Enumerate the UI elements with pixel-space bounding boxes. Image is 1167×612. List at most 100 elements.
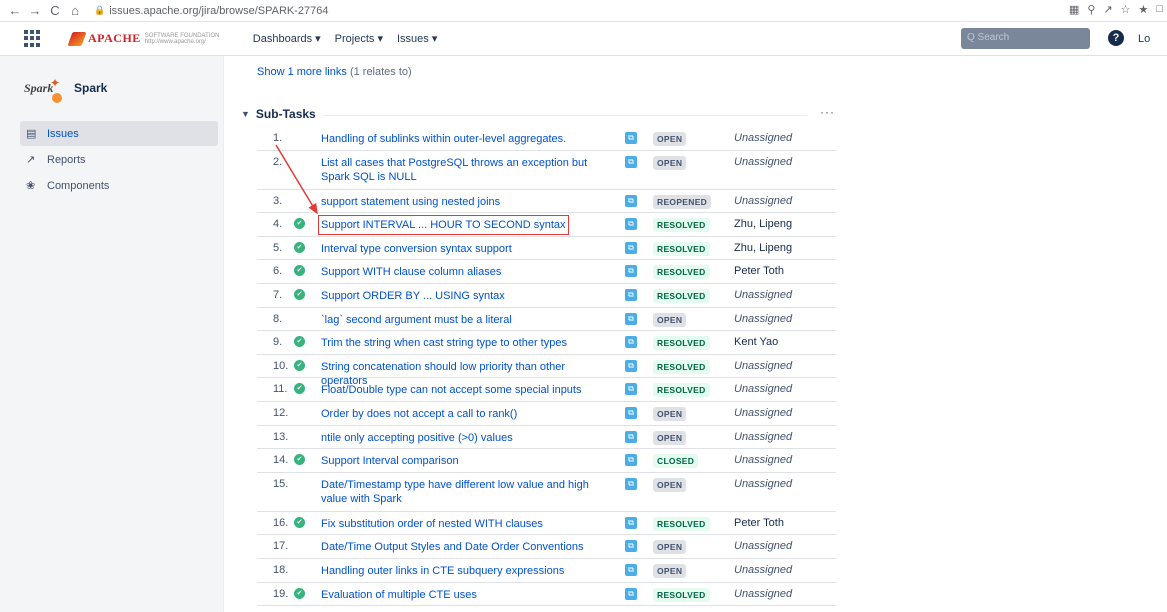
browser-toolbar: ← → C ⌂ 🔒 issues.apache.org/jira/browse/…: [0, 0, 1167, 22]
subtask-summary-link[interactable]: Support ORDER BY ... USING syntax: [321, 289, 611, 303]
table-row[interactable]: 13. ntile only accepting positive (>0) va…: [257, 426, 836, 450]
status-badge: RESOLVED: [653, 516, 710, 531]
subtask-summary-link[interactable]: ntile only accepting positive (>0) value…: [321, 431, 611, 445]
app-switcher-icon[interactable]: [24, 29, 42, 48]
nav-dashboards[interactable]: Dashboards ▾: [253, 32, 321, 45]
assignee: Unassigned: [734, 587, 793, 600]
table-row[interactable]: 6. ✔ Support WITH clause column aliases ⧉ RE…: [257, 260, 836, 284]
subtask-summary-link[interactable]: Evaluation of multiple CTE uses: [321, 588, 611, 602]
status-badge: RESOLVED: [653, 218, 710, 233]
row-number: 12.: [273, 406, 289, 419]
status-badge: OPEN: [653, 132, 687, 146]
search-input[interactable]: Q Search: [961, 28, 1090, 49]
brand-text: APACHE: [88, 31, 141, 45]
more-actions-icon[interactable]: ···: [820, 105, 835, 119]
translate-icon[interactable]: ▦: [1069, 3, 1079, 16]
sidebar: Spark ✦ Spark ▤ Issues ↗ Reports ❀ Compo…: [0, 56, 224, 612]
table-row[interactable]: 9. ✔ Trim the string when cast string type…: [257, 331, 836, 355]
table-row[interactable]: 4. ✔ Support INTERVAL ... HOUR TO SECOND s…: [257, 213, 836, 237]
table-row[interactable]: 18. Handling outer links in CTE subquery …: [257, 559, 836, 583]
subtask-summary-link[interactable]: Support Interval comparison: [321, 454, 611, 468]
status-badge: REOPENED: [653, 194, 712, 209]
table-row[interactable]: 8. `lag` second argument must be a litera…: [257, 308, 836, 332]
row-number: 10.: [273, 359, 289, 372]
reload-icon[interactable]: C: [46, 3, 64, 18]
table-row[interactable]: 16. ✔ Fix substitution order of nested WIT…: [257, 512, 836, 536]
login-link[interactable]: Lo: [1138, 33, 1150, 45]
sidebar-item-label: Components: [47, 179, 110, 192]
assignee[interactable]: Kent Yao: [734, 336, 778, 348]
section-divider: [322, 115, 807, 116]
show-more-links-link[interactable]: Show 1 more links: [257, 66, 347, 78]
row-number: 8.: [273, 312, 283, 325]
table-row[interactable]: 11. ✔ Float/Double type can not accept som…: [257, 378, 836, 402]
subtask-summary-link[interactable]: Handling outer links in CTE subquery exp…: [321, 564, 611, 578]
table-row[interactable]: 2. List all cases that PostgreSQL throws …: [257, 151, 836, 190]
subtask-type-icon: ⧉: [625, 406, 637, 419]
sidepanel-icon[interactable]: □: [1156, 3, 1163, 16]
issues-icon: ▤: [26, 128, 37, 140]
subtask-summary-link[interactable]: Trim the string when cast string type to…: [321, 336, 611, 350]
status-badge: RESOLVED: [653, 383, 710, 398]
nav-projects[interactable]: Projects ▾: [335, 32, 383, 45]
forward-icon[interactable]: →: [26, 3, 44, 18]
assignee: Unassigned: [734, 312, 793, 325]
subtask-summary-link[interactable]: Interval type conversion syntax support: [321, 242, 611, 256]
nav-issues[interactable]: Issues ▾: [397, 32, 437, 45]
address-bar[interactable]: issues.apache.org/jira/browse/SPARK-2776…: [109, 5, 328, 17]
assignee[interactable]: Peter Toth: [734, 517, 784, 529]
subtask-summary-link[interactable]: Handling of sublinks within outer-level …: [321, 132, 611, 146]
subtask-type-icon: ⧉: [625, 155, 637, 168]
status-badge: RESOLVED: [653, 241, 710, 256]
subtask-type-icon: ⧉: [625, 477, 637, 490]
share-icon[interactable]: ↗: [1103, 3, 1112, 16]
subtask-summary-link[interactable]: Date/Time Output Styles and Date Order C…: [321, 540, 611, 554]
table-row[interactable]: 1. Handling of sublinks within outer-leve…: [257, 127, 836, 151]
subtask-summary-link[interactable]: Date/Timestamp type have different low v…: [321, 478, 611, 506]
assignee[interactable]: Zhu, Lipeng: [734, 242, 792, 254]
subtasks-toggle[interactable]: ▼ Sub-Tasks: [241, 107, 316, 121]
subtask-summary-link[interactable]: Order by does not accept a call to rank(…: [321, 407, 611, 421]
status-badge: OPEN: [653, 406, 687, 421]
table-row[interactable]: 12. Order by does not accept a call to ra…: [257, 402, 836, 426]
home-icon[interactable]: ⌂: [66, 3, 84, 18]
status-badge: OPEN: [653, 540, 687, 555]
subtask-summary-link[interactable]: Float/Double type can not accept some sp…: [321, 383, 611, 397]
help-icon[interactable]: ?: [1108, 30, 1124, 46]
zoom-icon[interactable]: ⚲: [1087, 3, 1095, 16]
apache-logo[interactable]: APACHE SOFTWARE FOUNDATION http://www.ap…: [67, 31, 225, 46]
subtask-summary-link[interactable]: Support INTERVAL ... HOUR TO SECOND synt…: [318, 215, 569, 236]
extensions-icon[interactable]: ★: [1138, 3, 1148, 16]
subtask-summary-link[interactable]: Support WITH clause column aliases: [321, 265, 611, 279]
assignee: Unassigned: [734, 194, 793, 207]
bookmark-star-icon[interactable]: ☆: [1121, 3, 1131, 16]
subtask-type-icon: ⧉: [625, 540, 637, 553]
table-row[interactable]: 5. ✔ Interval type conversion syntax suppo…: [257, 237, 836, 261]
table-row[interactable]: 14. ✔ Support Interval comparison ⧉ CLOSED Un…: [257, 449, 836, 473]
subtask-type-icon: ⧉: [625, 563, 637, 576]
table-row[interactable]: 17. Date/Time Output Styles and Date Orde…: [257, 535, 836, 559]
subtask-summary-link[interactable]: support statement using nested joins: [321, 195, 611, 209]
table-row[interactable]: 7. ✔ Support ORDER BY ... USING syntax ⧉ RES…: [257, 284, 836, 308]
subtask-type-icon: ⧉: [625, 265, 637, 278]
table-row[interactable]: 15. Date/Timestamp type have different lo…: [257, 473, 836, 512]
subtask-type-icon: ⧉: [625, 454, 637, 467]
sidebar-item-issues[interactable]: ▤ Issues: [20, 121, 218, 146]
assignee[interactable]: Zhu, Lipeng: [734, 218, 792, 230]
subtask-summary-link[interactable]: `lag` second argument must be a literal: [321, 313, 611, 327]
row-number: 7.: [273, 288, 283, 301]
table-row[interactable]: 3. support statement using nested joins ⧉ R…: [257, 190, 836, 214]
row-number: 15.: [273, 477, 289, 490]
table-row[interactable]: 10. ✔ String concatenation should low prio…: [257, 355, 836, 387]
assignee[interactable]: Peter Toth: [734, 265, 784, 277]
project-header[interactable]: Spark ✦ Spark: [24, 76, 107, 103]
sidebar-item-components[interactable]: ❀ Components: [20, 173, 218, 198]
sidebar-item-label: Reports: [47, 153, 86, 166]
subtask-type-icon: ⧉: [625, 288, 637, 301]
table-row[interactable]: 19. ✔ Evaluation of multiple CTE uses ⧉ RESO…: [257, 583, 836, 607]
back-icon[interactable]: ←: [6, 3, 24, 18]
subtask-summary-link[interactable]: List all cases that PostgreSQL throws an…: [321, 156, 611, 184]
sidebar-item-reports[interactable]: ↗ Reports: [20, 147, 218, 172]
main-content: Show 1 more links (1 relates to) ▼ Sub-T…: [224, 56, 1167, 612]
subtask-summary-link[interactable]: Fix substitution order of nested WITH cl…: [321, 517, 611, 531]
